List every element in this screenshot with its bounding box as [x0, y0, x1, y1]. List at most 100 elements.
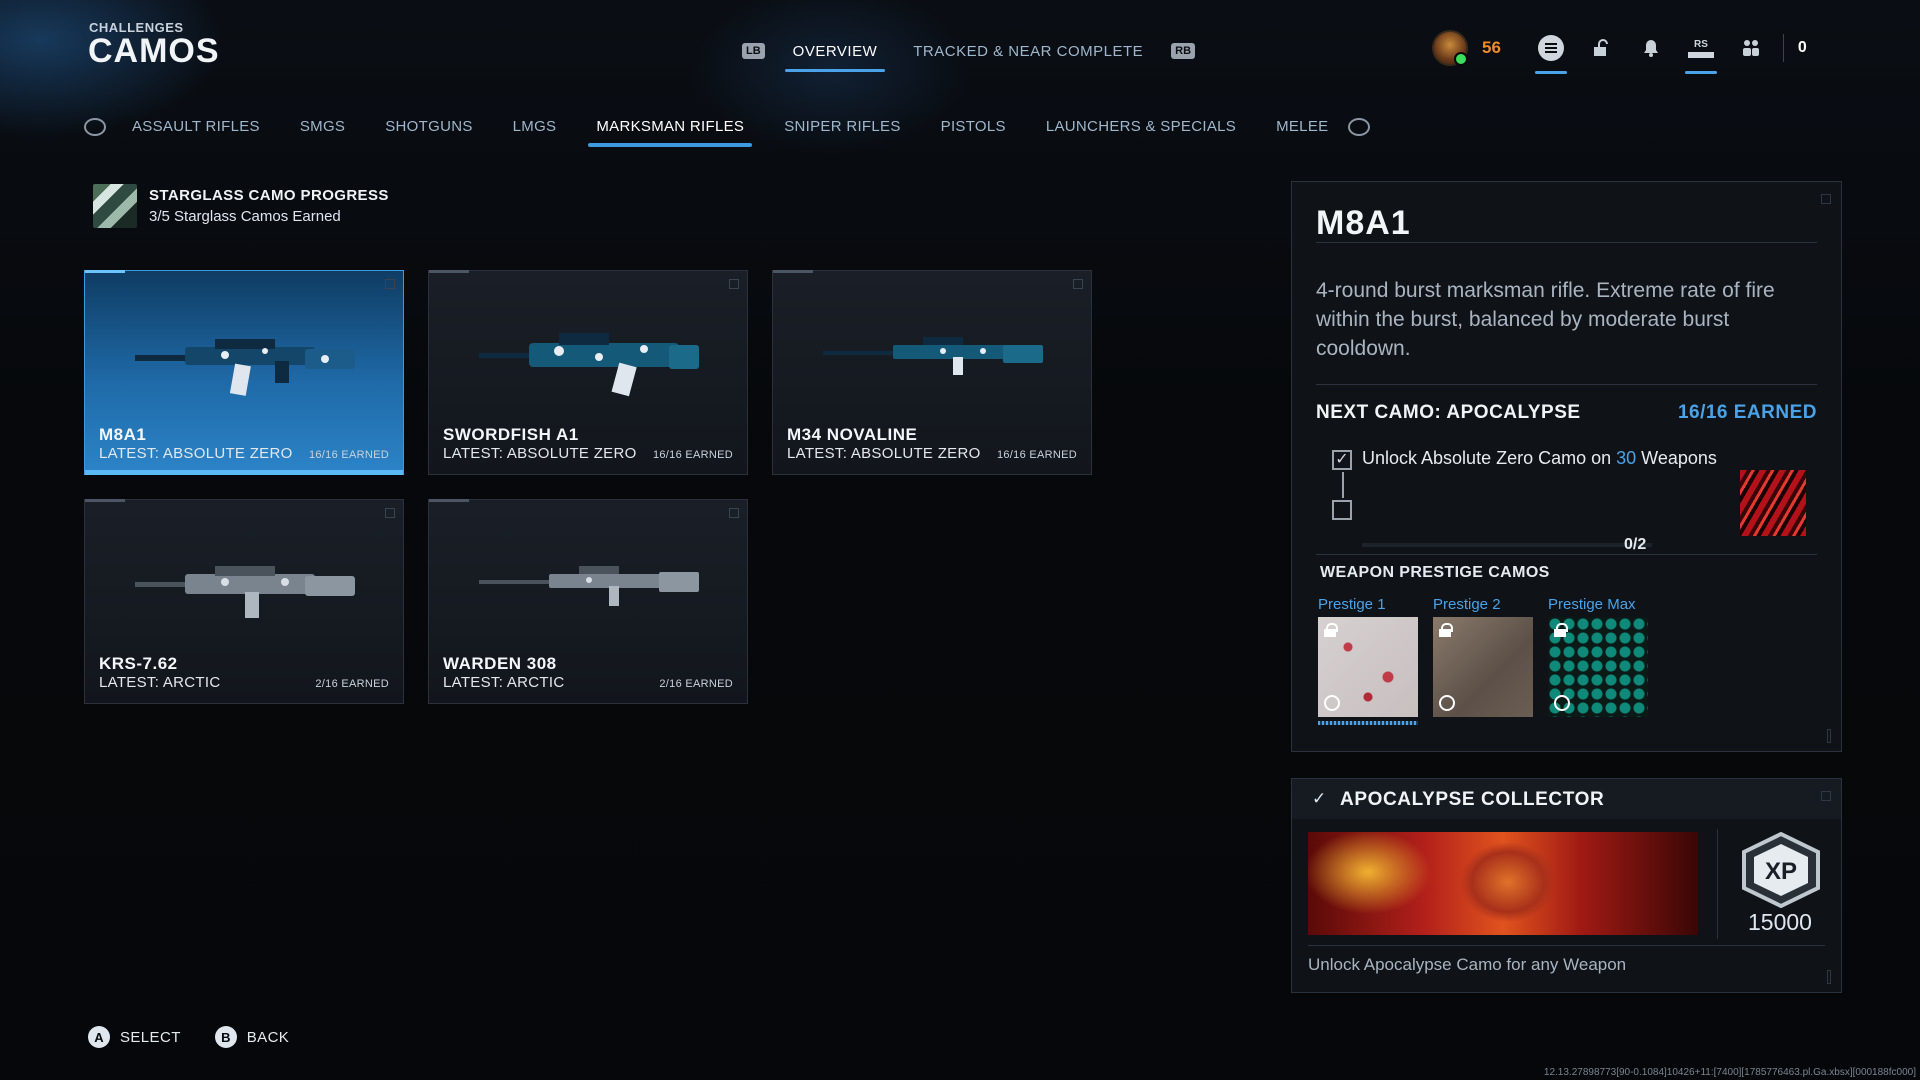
page-title: CAMOS: [88, 32, 220, 70]
weapon-name: WARDEN 308: [443, 654, 557, 673]
svg-text:XP: XP: [1765, 858, 1797, 885]
tab-tracked-near-complete[interactable]: TRACKED & NEAR COMPLETE: [905, 39, 1151, 64]
notification-bell-icon[interactable]: [1633, 28, 1669, 68]
cat-marksman-rifles[interactable]: MARKSMAN RIFLES: [588, 112, 753, 147]
challenge-progress-bar: [1362, 543, 1652, 547]
weapon-earned-count: 16/16 EARNED: [996, 449, 1077, 461]
weapon-card-swordfish-a1[interactable]: SWORDFISH A1 LATEST: ABSOLUTE ZERO 16/16…: [428, 270, 748, 475]
prestige-label: Prestige Max: [1548, 596, 1636, 613]
player-level: 56: [1482, 38, 1501, 57]
prestige-1-camo[interactable]: Prestige 1: [1318, 596, 1418, 725]
top-nav: LB OVERVIEW TRACKED & NEAR COMPLETE RB: [742, 36, 1196, 72]
prestige-label: Prestige 1: [1318, 596, 1386, 613]
party-icon[interactable]: [1733, 28, 1769, 68]
weapon-name: M8A1: [99, 425, 147, 444]
xp-badge-icon: XP: [1742, 832, 1820, 908]
weapon-latest-camo: LATEST: ARCTIC: [443, 674, 565, 691]
collector-reward-image: [1308, 832, 1698, 935]
prestige-label: Prestige 2: [1433, 596, 1501, 613]
lb-shoulder-icon[interactable]: [84, 117, 106, 136]
social-button[interactable]: RS: [1683, 28, 1719, 74]
party-count: 0: [1797, 39, 1807, 56]
next-camo-label: NEXT CAMO: APOCALYPSE: [1316, 402, 1581, 423]
weapon-latest-camo: LATEST: ABSOLUTE ZERO: [443, 445, 637, 462]
select-button[interactable]: A SELECT: [88, 1026, 181, 1048]
rifle-image: [479, 333, 699, 397]
rb-shoulder-icon[interactable]: [1348, 117, 1371, 136]
starglass-subtitle: 3/5 Starglass Camos Earned: [149, 208, 341, 225]
apocalypse-camo-preview: [1740, 470, 1806, 536]
starglass-progress: STARGLASS CAMO PROGRESS 3/5 Starglass Ca…: [93, 184, 389, 228]
select-label: SELECT: [120, 1028, 181, 1046]
checkbox-checked-icon: ✓: [1332, 450, 1352, 470]
category-nav: ASSAULT RIFLES SMGS SHOTGUNS LMGS MARKSM…: [84, 112, 1371, 147]
weapon-latest-camo: LATEST: ARCTIC: [99, 674, 221, 691]
b-button-icon: B: [214, 1026, 237, 1048]
xp-reward-value: 15000: [1748, 909, 1812, 935]
prestige-max-camo[interactable]: Prestige Max: [1548, 596, 1648, 717]
challenge-progress-text: 0/2: [1624, 536, 1647, 553]
back-button[interactable]: B BACK: [214, 1026, 290, 1048]
weapon-card-m8a1[interactable]: M8A1 LATEST: ABSOLUTE ZERO 16/16 EARNED: [84, 270, 404, 475]
store-icon[interactable]: [1583, 28, 1619, 68]
menu-button[interactable]: [1533, 28, 1569, 74]
back-label: BACK: [246, 1028, 290, 1046]
rs-icon: RS: [1687, 39, 1714, 58]
divider: [1782, 34, 1784, 62]
cat-smgs[interactable]: SMGS: [294, 112, 351, 141]
starglass-title: STARGLASS CAMO PROGRESS: [149, 187, 389, 204]
detail-description: 4-round burst marksman rifle. Extreme ra…: [1316, 279, 1775, 360]
lock-icon: [1324, 623, 1338, 637]
rifle-image: [479, 566, 699, 606]
divider: [1316, 242, 1817, 243]
cat-lmgs[interactable]: LMGS: [507, 112, 563, 141]
rifle-image: [823, 337, 1043, 375]
weapon-card-warden-308[interactable]: WARDEN 308 LATEST: ARCTIC 2/16 EARNED: [428, 499, 748, 704]
cat-pistols[interactable]: PISTOLS: [935, 112, 1012, 141]
cat-sniper-rifles[interactable]: SNIPER RIFLES: [778, 112, 906, 141]
prestige-camos-title: WEAPON PRESTIGE CAMOS: [1320, 564, 1550, 581]
lb-bumper-icon[interactable]: LB: [742, 43, 765, 59]
weapon-earned-count: 2/16 EARNED: [315, 678, 389, 690]
prestige-icon: [1554, 695, 1570, 711]
prestige-icon: [1439, 695, 1455, 711]
divider: [1316, 554, 1817, 555]
scroll-indicator: [1827, 970, 1831, 984]
lock-icon: [1554, 623, 1568, 637]
weapon-earned-count: 2/16 EARNED: [659, 678, 733, 690]
rifle-image: [135, 339, 355, 396]
weapon-card-krs-762[interactable]: KRS-7.62 LATEST: ARCTIC 2/16 EARNED: [84, 499, 404, 704]
lock-icon: [1439, 623, 1453, 637]
prestige-2-camo[interactable]: Prestige 2: [1433, 596, 1533, 717]
rifle-image: [135, 566, 355, 618]
next-camo-earned: 16/16 EARNED: [1677, 402, 1817, 423]
starglass-camo-icon: [93, 184, 137, 228]
rank-badge-icon[interactable]: [1432, 30, 1468, 66]
checkbox-empty-icon: [1332, 500, 1352, 520]
a-button-icon: A: [88, 1026, 110, 1048]
collector-panel: ✓ APOCALYPSE COLLECTOR XP 15000 Unlock A…: [1291, 778, 1842, 993]
build-info: 12.13.27898773[90-0.1084]10426+11:[7400]…: [1543, 1067, 1916, 1078]
weapon-detail-panel: M8A1 4-round burst marksman rifle. Extre…: [1291, 181, 1842, 752]
scroll-indicator: [1827, 729, 1831, 743]
weapon-name: SWORDFISH A1: [443, 425, 579, 444]
challenge-text: Unlock Absolute Zero Camo on 30 Weapons: [1362, 448, 1717, 468]
check-icon: ✓: [1312, 789, 1327, 808]
cat-melee[interactable]: MELEE: [1270, 112, 1334, 141]
detail-title: M8A1: [1316, 204, 1411, 242]
cat-shotguns[interactable]: SHOTGUNS: [379, 112, 478, 141]
weapon-card-m34-novaline[interactable]: M34 NOVALINE LATEST: ABSOLUTE ZERO 16/16…: [772, 270, 1092, 475]
rb-bumper-icon[interactable]: RB: [1171, 43, 1196, 59]
weapon-earned-count: 16/16 EARNED: [652, 449, 733, 461]
prestige-icon: [1324, 695, 1340, 711]
tab-overview[interactable]: OVERVIEW: [784, 39, 886, 72]
cat-assault-rifles[interactable]: ASSAULT RIFLES: [126, 112, 266, 141]
weapon-latest-camo: LATEST: ABSOLUTE ZERO: [787, 445, 981, 462]
status-bar: 56 RS 0: [1432, 26, 1807, 74]
collector-description: Unlock Apocalypse Camo for any Weapon: [1308, 955, 1627, 974]
weapon-earned-count: 16/16 EARNED: [308, 449, 389, 461]
weapon-name: KRS-7.62: [99, 654, 178, 673]
button-prompts: A SELECT B BACK: [88, 1026, 289, 1048]
cat-launchers-specials[interactable]: LAUNCHERS & SPECIALS: [1040, 112, 1242, 141]
weapon-name: M34 NOVALINE: [787, 425, 918, 444]
